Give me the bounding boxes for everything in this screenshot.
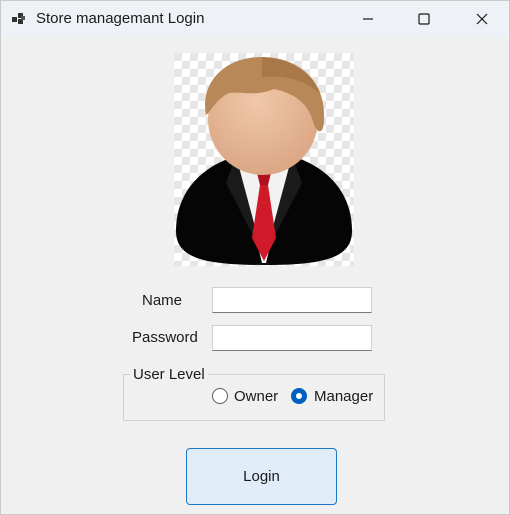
minimize-icon — [363, 18, 373, 20]
owner-radio[interactable] — [212, 388, 228, 404]
user-level-title: User Level — [130, 366, 208, 383]
name-input[interactable] — [212, 287, 372, 313]
name-label: Name — [142, 292, 183, 309]
maximize-button[interactable] — [401, 1, 447, 37]
minimize-button[interactable] — [345, 1, 391, 37]
close-icon — [476, 13, 488, 25]
login-button[interactable]: Login — [186, 448, 337, 505]
title-bar: Store managemant Login — [1, 1, 509, 37]
manager-radio[interactable] — [291, 388, 307, 404]
maximize-icon — [418, 13, 430, 25]
login-window: Store managemant Login Name Password Use… — [0, 0, 510, 515]
password-label: Password — [132, 329, 198, 346]
manager-radio-label[interactable]: Manager — [314, 388, 373, 405]
user-avatar-icon — [174, 53, 354, 266]
app-window-icon — [12, 13, 25, 24]
owner-radio-label[interactable]: Owner — [234, 388, 278, 405]
close-button[interactable] — [459, 1, 505, 37]
password-input[interactable] — [212, 325, 372, 351]
window-title: Store managemant Login — [36, 10, 205, 27]
